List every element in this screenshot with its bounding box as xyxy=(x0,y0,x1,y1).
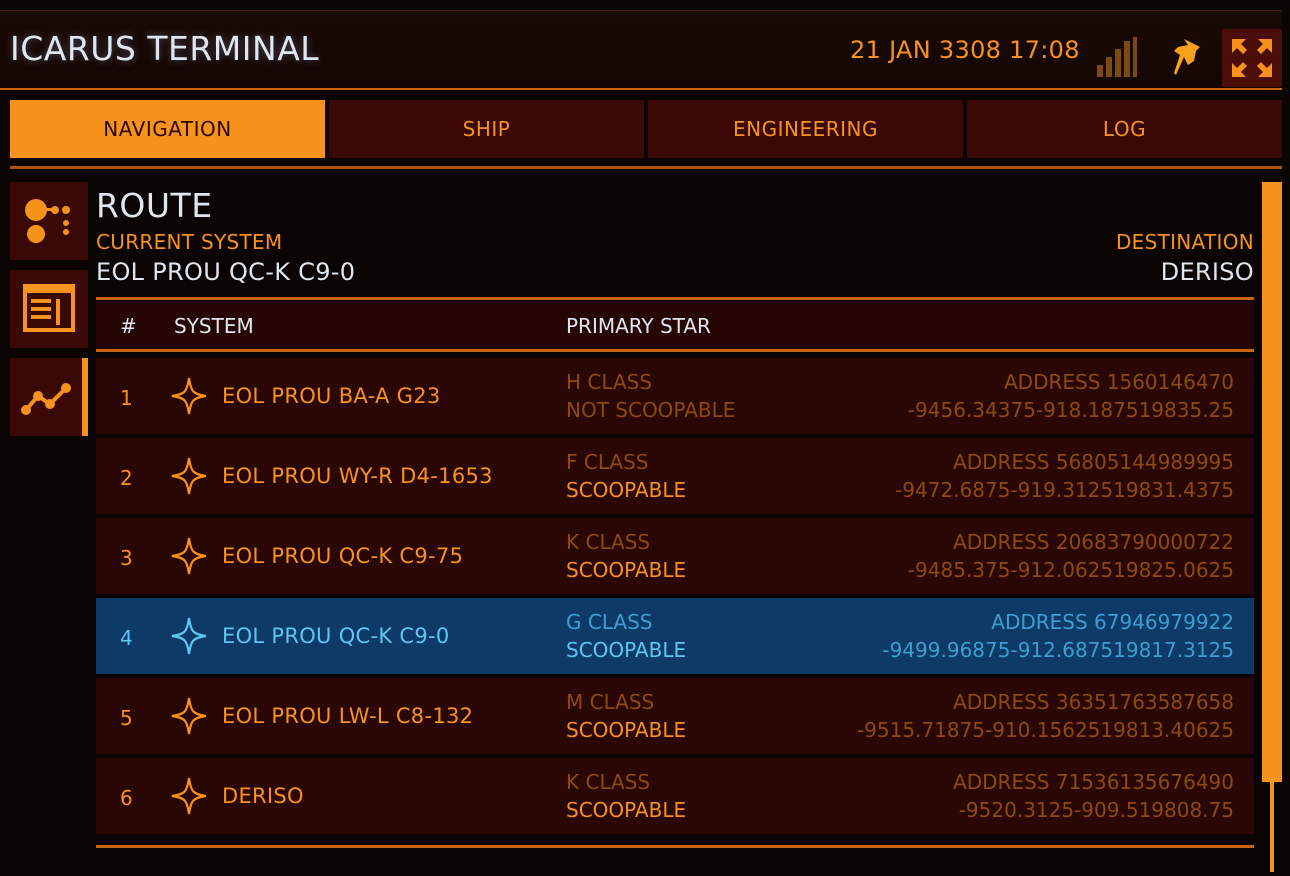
system-name: EOL PROU LW-L C8-132 xyxy=(222,704,474,728)
star-icon xyxy=(171,377,207,415)
datetime: 21 JAN 3308 17:08 xyxy=(850,36,1080,64)
table-row[interactable]: 5 EOL PROU LW-L C8-132 M CLASS SCOOPABLE… xyxy=(96,678,1254,754)
star-icon xyxy=(171,457,207,495)
system-coordinates: -9499.96875-912.687519817.3125 xyxy=(882,638,1234,662)
tab-ship[interactable]: SHIP xyxy=(329,100,644,158)
system-coordinates: -9472.6875-919.312519831.4375 xyxy=(895,478,1234,502)
tab-navigation[interactable]: NAVIGATION xyxy=(10,100,325,158)
scoopable-status: SCOOPABLE xyxy=(566,638,687,662)
star-icon xyxy=(171,697,207,735)
row-number: 1 xyxy=(120,386,133,410)
column-header-number: # xyxy=(120,314,137,338)
star-class: K CLASS xyxy=(566,530,651,554)
table-bottom-divider xyxy=(96,845,1254,848)
column-header-primary-star: PRIMARY STAR xyxy=(566,314,711,338)
star-class: F CLASS xyxy=(566,450,649,474)
row-number: 6 xyxy=(120,786,133,810)
system-address: ADDRESS 56805144989995 xyxy=(953,450,1234,474)
scoopable-status: SCOOPABLE xyxy=(566,478,687,502)
star-icon xyxy=(171,537,207,575)
sidebar-route-button[interactable] xyxy=(10,358,88,436)
scrollbar-track[interactable] xyxy=(1270,782,1274,872)
row-number: 2 xyxy=(120,466,133,490)
system-map-icon xyxy=(25,199,70,243)
star-class: H CLASS xyxy=(566,370,653,394)
star-icon xyxy=(171,777,207,815)
table-row[interactable]: 1 EOL PROU BA-A G23 H CLASS NOT SCOOPABL… xyxy=(96,358,1254,434)
scoopable-status: SCOOPABLE xyxy=(566,798,687,822)
row-number: 4 xyxy=(120,626,133,650)
signal-strength-icon xyxy=(1097,37,1139,77)
scoopable-status: SCOOPABLE xyxy=(566,718,687,742)
destination-value: DERISO xyxy=(1160,258,1254,286)
list-view-icon xyxy=(23,284,75,332)
route-panel-header: ROUTE CURRENT SYSTEM EOL PROU QC-K C9-0 … xyxy=(96,182,1254,300)
system-name: EOL PROU QC-K C9-75 xyxy=(222,544,464,568)
fullscreen-icon xyxy=(1232,39,1272,77)
destination-label: DESTINATION xyxy=(1115,230,1254,254)
app-header: ICARUS TERMINAL 21 JAN 3308 17:08 xyxy=(0,10,1282,90)
tabs-divider xyxy=(10,166,1282,169)
scoopable-status: SCOOPABLE xyxy=(566,558,687,582)
sidebar-list-button[interactable] xyxy=(10,270,88,348)
system-address: ADDRESS 71536135676490 xyxy=(953,770,1234,794)
header-divider xyxy=(96,297,1254,300)
system-name: EOL PROU QC-K C9-0 xyxy=(222,624,450,648)
row-number: 3 xyxy=(120,546,133,570)
system-name: DERISO xyxy=(222,784,304,808)
column-header-system: SYSTEM xyxy=(174,314,254,338)
star-icon xyxy=(171,617,207,655)
fullscreen-button[interactable] xyxy=(1222,29,1282,87)
table-row-selected[interactable]: 4 EOL PROU QC-K C9-0 G CLASS SCOOPABLE A… xyxy=(96,598,1254,674)
system-address: ADDRESS 67946979922 xyxy=(991,610,1234,634)
row-number: 5 xyxy=(120,706,133,730)
table-header: # SYSTEM PRIMARY STAR xyxy=(96,302,1254,352)
tab-log[interactable]: LOG xyxy=(967,100,1282,158)
app-title: ICARUS TERMINAL xyxy=(10,29,320,68)
scoopable-status: NOT SCOOPABLE xyxy=(566,398,736,422)
page-title: ROUTE xyxy=(96,186,213,225)
system-coordinates: -9520.3125-909.519808.75 xyxy=(958,798,1234,822)
system-address: ADDRESS 36351763587658 xyxy=(953,690,1234,714)
star-class: K CLASS xyxy=(566,770,651,794)
system-address: ADDRESS 20683790000722 xyxy=(953,530,1234,554)
table-row[interactable]: 2 EOL PROU WY-R D4-1653 F CLASS SCOOPABL… xyxy=(96,438,1254,514)
pin-icon[interactable] xyxy=(1170,35,1206,79)
route-icon xyxy=(21,383,71,415)
system-address: ADDRESS 1560146470 xyxy=(1003,370,1234,394)
table-row[interactable]: 3 EOL PROU QC-K C9-75 K CLASS SCOOPABLE … xyxy=(96,518,1254,594)
scrollbar[interactable] xyxy=(1262,182,1282,872)
system-coordinates: -9515.71875-910.1562519813.40625 xyxy=(856,718,1234,742)
star-class: G CLASS xyxy=(566,610,653,634)
route-table: 1 EOL PROU BA-A G23 H CLASS NOT SCOOPABL… xyxy=(96,358,1254,838)
main-tabs: NAVIGATION SHIP ENGINEERING LOG xyxy=(10,100,1282,158)
current-system-value: EOL PROU QC-K C9-0 xyxy=(96,258,356,286)
sidebar-system-map-button[interactable] xyxy=(10,182,88,260)
scrollbar-thumb[interactable] xyxy=(1262,182,1282,782)
system-coordinates: -9485.375-912.062519825.0625 xyxy=(907,558,1234,582)
tab-engineering[interactable]: ENGINEERING xyxy=(648,100,963,158)
system-coordinates: -9456.34375-918.187519835.25 xyxy=(907,398,1234,422)
system-name: EOL PROU BA-A G23 xyxy=(222,384,441,408)
star-class: M CLASS xyxy=(566,690,655,714)
current-system-label: CURRENT SYSTEM xyxy=(96,230,283,254)
system-name: EOL PROU WY-R D4-1653 xyxy=(222,464,493,488)
table-row[interactable]: 6 DERISO K CLASS SCOOPABLE ADDRESS 71536… xyxy=(96,758,1254,834)
